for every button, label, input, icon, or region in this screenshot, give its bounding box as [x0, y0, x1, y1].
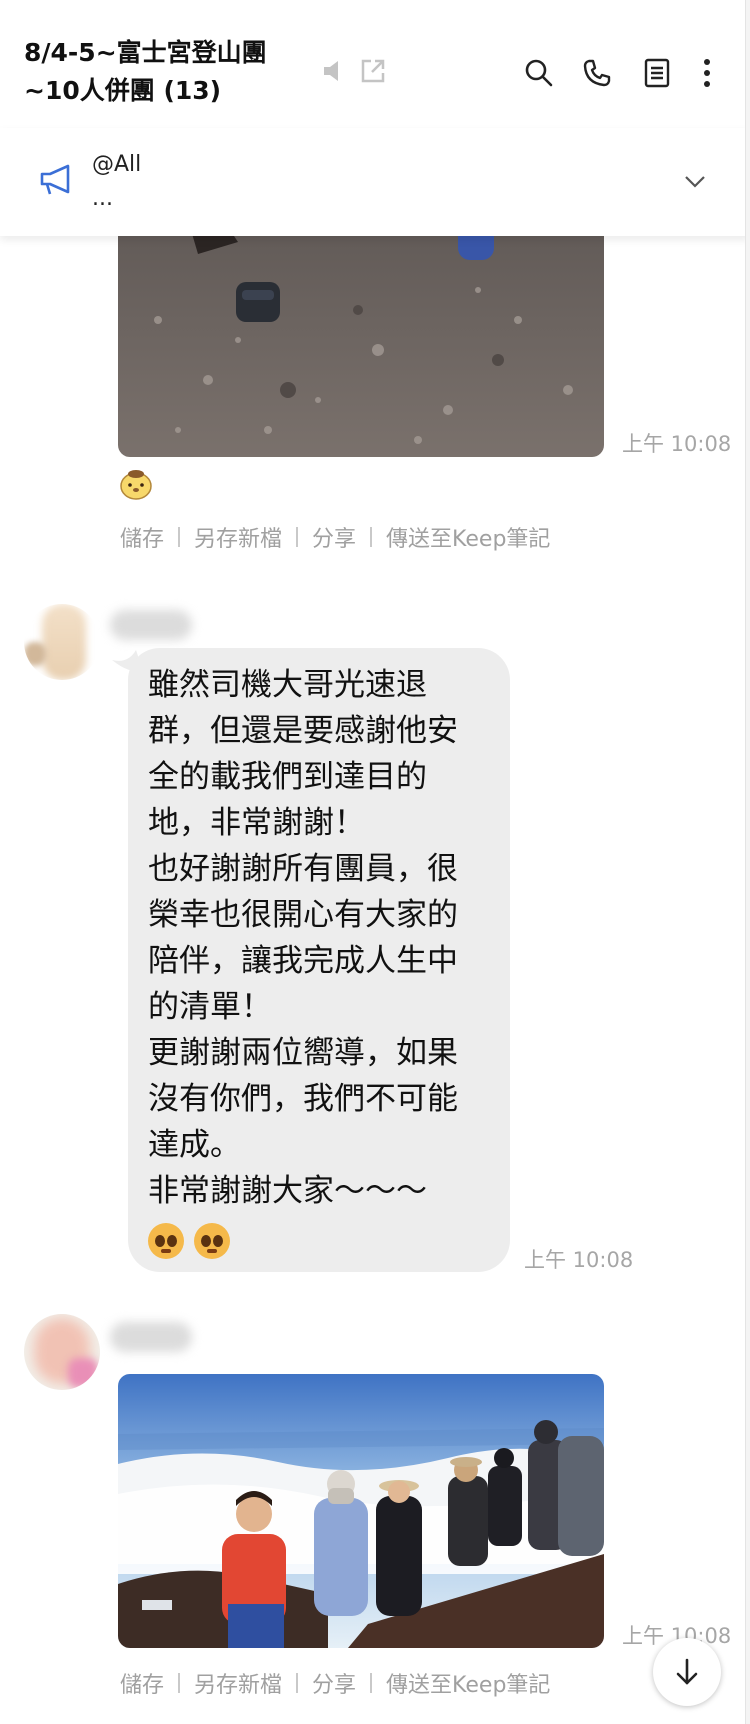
save-link[interactable]: 儲存 — [120, 1667, 164, 1699]
announcement-line: ... — [92, 186, 113, 211]
message-line: 群，但還是要感謝他安 — [148, 713, 458, 749]
divider — [370, 527, 373, 547]
message-line: 陪伴，讓我完成人生中 — [148, 943, 458, 979]
pompompurin-sticker-icon[interactable] — [118, 466, 154, 502]
photo-image — [118, 1374, 604, 1648]
chat-photo-summit-group[interactable] — [118, 1374, 604, 1648]
announcement-line: @All — [92, 152, 142, 177]
message-line: 也好謝謝所有團員，很 — [148, 851, 458, 887]
send-to-keep-link[interactable]: 傳送至Keep筆記 — [386, 521, 550, 553]
emoji-line — [148, 1216, 488, 1262]
phone-icon[interactable] — [580, 56, 614, 90]
message-time: 上午 10:08 — [622, 432, 732, 456]
chevron-down-icon[interactable] — [684, 174, 708, 192]
message-line: 沒有你們，我們不可能 — [148, 1081, 458, 1117]
photo-actions: 儲存 另存新檔 分享 傳送至Keep筆記 — [120, 1667, 550, 1699]
save-as-link[interactable]: 另存新檔 — [194, 521, 282, 553]
divider — [178, 1673, 181, 1693]
message-time: 上午 10:08 — [524, 1248, 634, 1272]
divider — [178, 527, 181, 547]
sender-name-blurred — [110, 1322, 192, 1352]
share-link[interactable]: 分享 — [312, 521, 356, 553]
chat-title-line: 8/4-5~富士宮登山團 — [24, 38, 267, 67]
photo-actions: 儲存 另存新檔 分享 傳送至Keep筆記 — [120, 521, 550, 553]
save-link[interactable]: 儲存 — [120, 521, 164, 553]
divider — [370, 1673, 373, 1693]
chat-area: 上午 10:08 儲存 另存新檔 分享 傳送至Keep筆記 雖然司機大哥光速退 … — [0, 0, 750, 1724]
pleading-face-icon — [148, 1222, 184, 1259]
share-link[interactable]: 分享 — [312, 1667, 356, 1699]
message-line: 雖然司機大哥光速退 — [148, 667, 427, 703]
divider — [296, 1673, 299, 1693]
notes-icon[interactable] — [640, 56, 674, 90]
message-line: 更謝謝兩位嚮導，如果 — [148, 1035, 458, 1071]
sender-avatar[interactable] — [24, 1314, 100, 1390]
search-icon[interactable] — [522, 56, 556, 90]
chat-title: 8/4-5~富士宮登山團 ~10人併團 (13) — [24, 34, 267, 110]
message-line: 非常謝謝大家～～～ — [148, 1173, 427, 1209]
arrow-down-icon — [676, 1658, 698, 1685]
more-icon[interactable] — [694, 56, 720, 90]
message-line: 榮幸也很開心有大家的 — [148, 897, 458, 933]
mute-icon[interactable] — [320, 56, 350, 86]
message-line: 地，非常謝謝！ — [148, 805, 365, 841]
announcement-bar[interactable]: @All ... — [0, 128, 750, 236]
send-to-keep-link[interactable]: 傳送至Keep筆記 — [386, 1667, 550, 1699]
message-line: 的清單！ — [148, 989, 272, 1025]
chat-header: 8/4-5~富士宮登山團 ~10人併團 (13) — [0, 0, 750, 128]
megaphone-icon — [38, 162, 74, 198]
sender-name-blurred — [110, 610, 192, 640]
save-as-link[interactable]: 另存新檔 — [194, 1667, 282, 1699]
chat-title-line: ~10人併團 (13) — [24, 76, 222, 105]
message-line: 全的載我們到達目的 — [148, 759, 427, 795]
text-message-bubble[interactable]: 雖然司機大哥光速退 群，但還是要感謝他安 全的載我們到達目的 地，非常謝謝！ 也… — [128, 648, 510, 1272]
pleading-face-icon — [194, 1222, 230, 1259]
popout-icon[interactable] — [358, 56, 388, 86]
divider — [296, 527, 299, 547]
window-edge — [745, 0, 750, 1724]
message-line: 達成。 — [148, 1127, 241, 1163]
scroll-to-bottom-button[interactable] — [653, 1638, 721, 1706]
photo-image — [118, 200, 604, 457]
chat-photo-summit-ground[interactable] — [118, 200, 604, 457]
announcement-text: @All ... — [92, 148, 141, 216]
sender-avatar[interactable] — [24, 604, 100, 680]
